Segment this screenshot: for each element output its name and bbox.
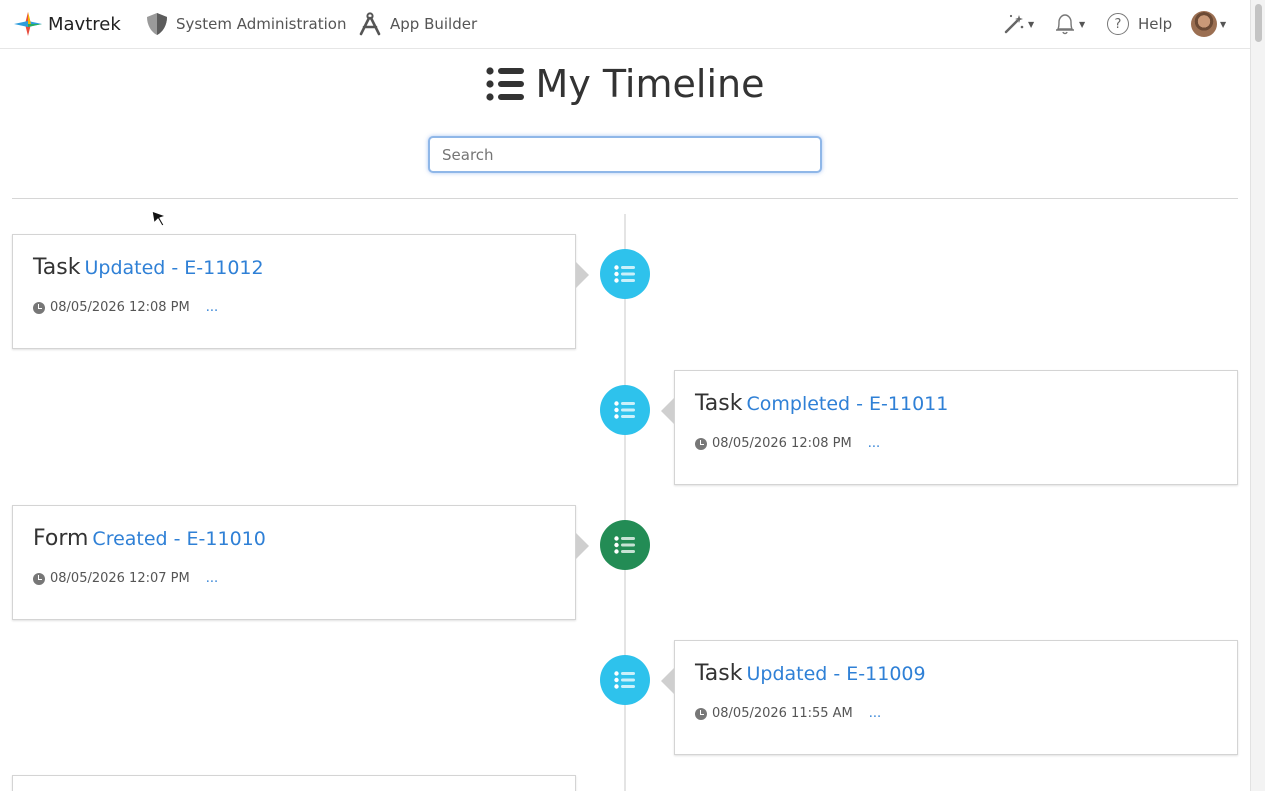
timeline-item: Task Updated - E-11012 08/05/2026 12:08 P… xyxy=(12,234,576,349)
timeline-item: Form Created - E-11010 08/05/2026 12:07 P… xyxy=(12,505,576,620)
timeline-item: Task Updated - E-11009 08/05/2026 11:55 A… xyxy=(674,640,1238,755)
timeline-item-type: Form xyxy=(33,526,89,551)
scrollbar-thumb[interactable] xyxy=(1255,4,1262,42)
timeline-item-title: Task Updated - E-11012 xyxy=(33,255,264,280)
help-label: Help xyxy=(1138,15,1173,33)
list-icon xyxy=(614,265,635,283)
caret-down-icon: ▼ xyxy=(1220,19,1227,29)
search-input[interactable] xyxy=(428,136,822,173)
app-builder-label: App Builder xyxy=(390,15,478,33)
top-navbar: Mavtrek System Administration App Builde… xyxy=(0,0,1250,49)
page-title: My Timeline xyxy=(0,62,1250,106)
list-icon xyxy=(614,536,635,554)
list-icon xyxy=(485,67,524,101)
timeline-item xyxy=(12,775,576,791)
timeline-item-type: Task xyxy=(695,391,743,416)
card-pointer xyxy=(661,668,674,694)
timeline-item-link[interactable]: Updated - E-11009 xyxy=(746,663,925,685)
caret-down-icon: ▼ xyxy=(1028,19,1035,29)
timeline-badge xyxy=(600,655,650,705)
notifications-toggle[interactable]: ▼ xyxy=(1054,0,1085,48)
timeline-item-timestamp: 08/05/2026 11:55 AM xyxy=(712,706,853,721)
timeline-item-meta: 08/05/2026 12:07 PM ... xyxy=(33,571,218,586)
timeline-item-meta: 08/05/2026 12:08 PM ... xyxy=(695,436,880,451)
avatar xyxy=(1191,11,1217,37)
clock-icon xyxy=(33,572,45,585)
list-icon xyxy=(614,401,635,419)
caret-down-icon: ▼ xyxy=(1079,19,1086,29)
list-icon xyxy=(614,671,635,689)
timeline-item-type: Task xyxy=(33,255,81,280)
timeline-item-meta: 08/05/2026 11:55 AM ... xyxy=(695,706,881,721)
clock-icon xyxy=(695,707,707,720)
timeline-item-link[interactable]: Completed - E-11011 xyxy=(746,393,948,415)
compass-tool-icon xyxy=(359,12,381,36)
divider xyxy=(12,198,1238,199)
brand-link[interactable]: Mavtrek xyxy=(12,0,121,48)
clock-icon xyxy=(33,301,45,314)
more-link[interactable]: ... xyxy=(868,436,880,451)
timeline-badge xyxy=(600,249,650,299)
timeline-item-title: Task Completed - E-11011 xyxy=(695,391,948,416)
timeline-badge xyxy=(600,520,650,570)
timeline-item-timestamp: 08/05/2026 12:08 PM xyxy=(712,436,852,451)
app-builder-link[interactable]: App Builder xyxy=(358,0,477,48)
help-link[interactable]: ? Help xyxy=(1107,0,1172,48)
timeline-item-timestamp: 08/05/2026 12:08 PM xyxy=(50,300,190,315)
timeline-item-link[interactable]: Created - E-11010 xyxy=(92,528,265,550)
timeline-item-link[interactable]: Updated - E-11012 xyxy=(84,257,263,279)
shield-icon xyxy=(147,13,167,35)
timeline-item-timestamp: 08/05/2026 12:07 PM xyxy=(50,571,190,586)
magic-menu-toggle[interactable]: ▼ xyxy=(1003,0,1034,48)
mouse-cursor-icon xyxy=(151,210,167,227)
magic-wand-icon xyxy=(1004,14,1024,34)
more-link[interactable]: ... xyxy=(206,300,218,315)
timeline-item-meta: 08/05/2026 12:08 PM ... xyxy=(33,300,218,315)
user-menu-toggle[interactable]: ▼ xyxy=(1191,0,1226,48)
timeline-item: Task Completed - E-11011 08/05/2026 12:08… xyxy=(674,370,1238,485)
more-link[interactable]: ... xyxy=(206,571,218,586)
mavtrek-compass-icon xyxy=(14,12,42,36)
scrollbar[interactable] xyxy=(1250,0,1265,791)
card-pointer xyxy=(661,398,674,424)
timeline-item-title: Task Updated - E-11009 xyxy=(695,661,926,686)
help-circle-icon: ? xyxy=(1107,13,1129,35)
clock-icon xyxy=(695,437,707,450)
timeline-item-title: Form Created - E-11010 xyxy=(33,526,266,551)
timeline-badge xyxy=(600,385,650,435)
brand-name: Mavtrek xyxy=(48,13,121,35)
bell-icon xyxy=(1056,14,1074,35)
system-administration-label: System Administration xyxy=(176,15,347,33)
page-title-text: My Timeline xyxy=(535,62,765,106)
system-administration-link[interactable]: System Administration xyxy=(146,0,346,48)
card-pointer xyxy=(576,262,589,288)
more-link[interactable]: ... xyxy=(869,706,881,721)
timeline-item-type: Task xyxy=(695,661,743,686)
card-pointer xyxy=(576,533,589,559)
